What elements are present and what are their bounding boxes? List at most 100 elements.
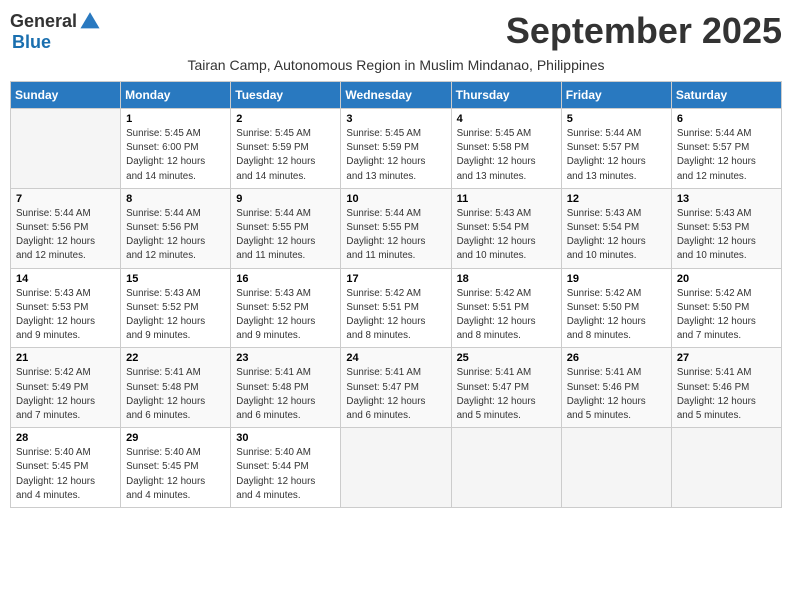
day-number: 4 <box>457 113 556 125</box>
day-number: 26 <box>567 352 666 364</box>
logo-general: General <box>10 11 77 32</box>
calendar-cell: 17 Sunrise: 5:42 AMSunset: 5:51 PMDayligh… <box>341 268 451 348</box>
day-info: Sunrise: 5:41 AMSunset: 5:47 PMDaylight:… <box>457 367 536 421</box>
calendar-cell: 18 Sunrise: 5:42 AMSunset: 5:51 PMDayligh… <box>451 268 561 348</box>
day-info: Sunrise: 5:42 AMSunset: 5:51 PMDaylight:… <box>346 288 425 342</box>
calendar-cell: 30 Sunrise: 5:40 AMSunset: 5:44 PMDayligh… <box>231 428 341 508</box>
day-number: 14 <box>16 273 115 285</box>
calendar-day-header: Friday <box>561 82 671 109</box>
day-info: Sunrise: 5:43 AMSunset: 5:52 PMDaylight:… <box>126 288 205 342</box>
day-info: Sunrise: 5:44 AMSunset: 5:55 PMDaylight:… <box>236 208 315 262</box>
calendar-table: SundayMondayTuesdayWednesdayThursdayFrid… <box>10 81 782 508</box>
day-number: 22 <box>126 352 225 364</box>
calendar-cell: 10 Sunrise: 5:44 AMSunset: 5:55 PMDayligh… <box>341 188 451 268</box>
calendar-cell: 25 Sunrise: 5:41 AMSunset: 5:47 PMDayligh… <box>451 348 561 428</box>
day-number: 16 <box>236 273 335 285</box>
calendar-cell <box>671 428 781 508</box>
day-number: 29 <box>126 432 225 444</box>
day-number: 15 <box>126 273 225 285</box>
calendar-cell: 14 Sunrise: 5:43 AMSunset: 5:53 PMDayligh… <box>11 268 121 348</box>
day-number: 10 <box>346 193 445 205</box>
day-number: 20 <box>677 273 776 285</box>
day-info: Sunrise: 5:41 AMSunset: 5:46 PMDaylight:… <box>677 367 756 421</box>
calendar-cell <box>561 428 671 508</box>
calendar-day-header: Thursday <box>451 82 561 109</box>
day-info: Sunrise: 5:42 AMSunset: 5:50 PMDaylight:… <box>567 288 646 342</box>
day-number: 25 <box>457 352 556 364</box>
day-number: 28 <box>16 432 115 444</box>
calendar-cell: 15 Sunrise: 5:43 AMSunset: 5:52 PMDayligh… <box>121 268 231 348</box>
calendar-cell <box>341 428 451 508</box>
calendar-day-header: Tuesday <box>231 82 341 109</box>
day-info: Sunrise: 5:45 AMSunset: 5:58 PMDaylight:… <box>457 128 536 182</box>
calendar-cell: 8 Sunrise: 5:44 AMSunset: 5:56 PMDaylight… <box>121 188 231 268</box>
day-number: 2 <box>236 113 335 125</box>
day-number: 11 <box>457 193 556 205</box>
day-info: Sunrise: 5:44 AMSunset: 5:56 PMDaylight:… <box>16 208 95 262</box>
day-info: Sunrise: 5:44 AMSunset: 5:57 PMDaylight:… <box>567 128 646 182</box>
calendar-cell: 11 Sunrise: 5:43 AMSunset: 5:54 PMDayligh… <box>451 188 561 268</box>
calendar-cell: 12Sunrise: 5:43 AMSunset: 5:54 PMDayligh… <box>561 188 671 268</box>
calendar-cell: 24Sunrise: 5:41 AMSunset: 5:47 PMDayligh… <box>341 348 451 428</box>
calendar-cell: 16 Sunrise: 5:43 AMSunset: 5:52 PMDayligh… <box>231 268 341 348</box>
day-number: 27 <box>677 352 776 364</box>
day-info: Sunrise: 5:41 AMSunset: 5:48 PMDaylight:… <box>236 367 315 421</box>
day-info: Sunrise: 5:43 AMSunset: 5:52 PMDaylight:… <box>236 288 315 342</box>
day-info: Sunrise: 5:41 AMSunset: 5:46 PMDaylight:… <box>567 367 646 421</box>
day-number: 12 <box>567 193 666 205</box>
day-number: 30 <box>236 432 335 444</box>
day-info: Sunrise: 5:44 AMSunset: 5:56 PMDaylight:… <box>126 208 205 262</box>
day-info: Sunrise: 5:40 AMSunset: 5:45 PMDaylight:… <box>16 447 95 501</box>
calendar-cell: 9 Sunrise: 5:44 AMSunset: 5:55 PMDaylight… <box>231 188 341 268</box>
day-info: Sunrise: 5:44 AMSunset: 5:55 PMDaylight:… <box>346 208 425 262</box>
day-number: 8 <box>126 193 225 205</box>
day-number: 21 <box>16 352 115 364</box>
calendar-day-header: Saturday <box>671 82 781 109</box>
day-number: 7 <box>16 193 115 205</box>
calendar-cell <box>11 109 121 189</box>
calendar-cell: 21 Sunrise: 5:42 AMSunset: 5:49 PMDayligh… <box>11 348 121 428</box>
calendar-cell: 20 Sunrise: 5:42 AMSunset: 5:50 PMDayligh… <box>671 268 781 348</box>
calendar-cell: 29 Sunrise: 5:40 AMSunset: 5:45 PMDayligh… <box>121 428 231 508</box>
calendar-day-header: Monday <box>121 82 231 109</box>
day-info: Sunrise: 5:43 AMSunset: 5:53 PMDaylight:… <box>677 208 756 262</box>
day-number: 23 <box>236 352 335 364</box>
subtitle: Tairan Camp, Autonomous Region in Muslim… <box>10 57 782 73</box>
day-info: Sunrise: 5:42 AMSunset: 5:49 PMDaylight:… <box>16 367 95 421</box>
day-info: Sunrise: 5:41 AMSunset: 5:48 PMDaylight:… <box>126 367 205 421</box>
day-number: 13 <box>677 193 776 205</box>
day-number: 17 <box>346 273 445 285</box>
day-info: Sunrise: 5:41 AMSunset: 5:47 PMDaylight:… <box>346 367 425 421</box>
day-number: 18 <box>457 273 556 285</box>
day-info: Sunrise: 5:42 AMSunset: 5:51 PMDaylight:… <box>457 288 536 342</box>
calendar-cell: 13 Sunrise: 5:43 AMSunset: 5:53 PMDayligh… <box>671 188 781 268</box>
calendar-cell: 19 Sunrise: 5:42 AMSunset: 5:50 PMDayligh… <box>561 268 671 348</box>
calendar-cell: 26 Sunrise: 5:41 AMSunset: 5:46 PMDayligh… <box>561 348 671 428</box>
month-title: September 2025 <box>506 10 782 52</box>
day-number: 1 <box>126 113 225 125</box>
day-info: Sunrise: 5:43 AMSunset: 5:54 PMDaylight:… <box>457 208 536 262</box>
calendar-day-header: Wednesday <box>341 82 451 109</box>
calendar-cell: 6 Sunrise: 5:44 AMSunset: 5:57 PMDaylight… <box>671 109 781 189</box>
logo-icon <box>79 10 101 32</box>
calendar-cell: 22 Sunrise: 5:41 AMSunset: 5:48 PMDayligh… <box>121 348 231 428</box>
day-info: Sunrise: 5:40 AMSunset: 5:44 PMDaylight:… <box>236 447 315 501</box>
calendar-day-header: Sunday <box>11 82 121 109</box>
calendar-cell <box>451 428 561 508</box>
day-number: 5 <box>567 113 666 125</box>
day-number: 9 <box>236 193 335 205</box>
day-info: Sunrise: 5:40 AMSunset: 5:45 PMDaylight:… <box>126 447 205 501</box>
day-info: Sunrise: 5:42 AMSunset: 5:50 PMDaylight:… <box>677 288 756 342</box>
page-header: General Blue September 2025 <box>10 10 782 53</box>
day-info: Sunrise: 5:45 AMSunset: 5:59 PMDaylight:… <box>236 128 315 182</box>
calendar-cell: 3Sunrise: 5:45 AMSunset: 5:59 PMDaylight… <box>341 109 451 189</box>
calendar-cell: 2 Sunrise: 5:45 AMSunset: 5:59 PMDaylight… <box>231 109 341 189</box>
day-info: Sunrise: 5:43 AMSunset: 5:53 PMDaylight:… <box>16 288 95 342</box>
day-number: 6 <box>677 113 776 125</box>
day-number: 19 <box>567 273 666 285</box>
calendar-cell: 1Sunrise: 5:45 AMSunset: 6:00 PMDaylight… <box>121 109 231 189</box>
day-info: Sunrise: 5:44 AMSunset: 5:57 PMDaylight:… <box>677 128 756 182</box>
day-number: 3 <box>346 113 445 125</box>
calendar-cell: 5 Sunrise: 5:44 AMSunset: 5:57 PMDaylight… <box>561 109 671 189</box>
calendar-cell: 28 Sunrise: 5:40 AMSunset: 5:45 PMDayligh… <box>11 428 121 508</box>
